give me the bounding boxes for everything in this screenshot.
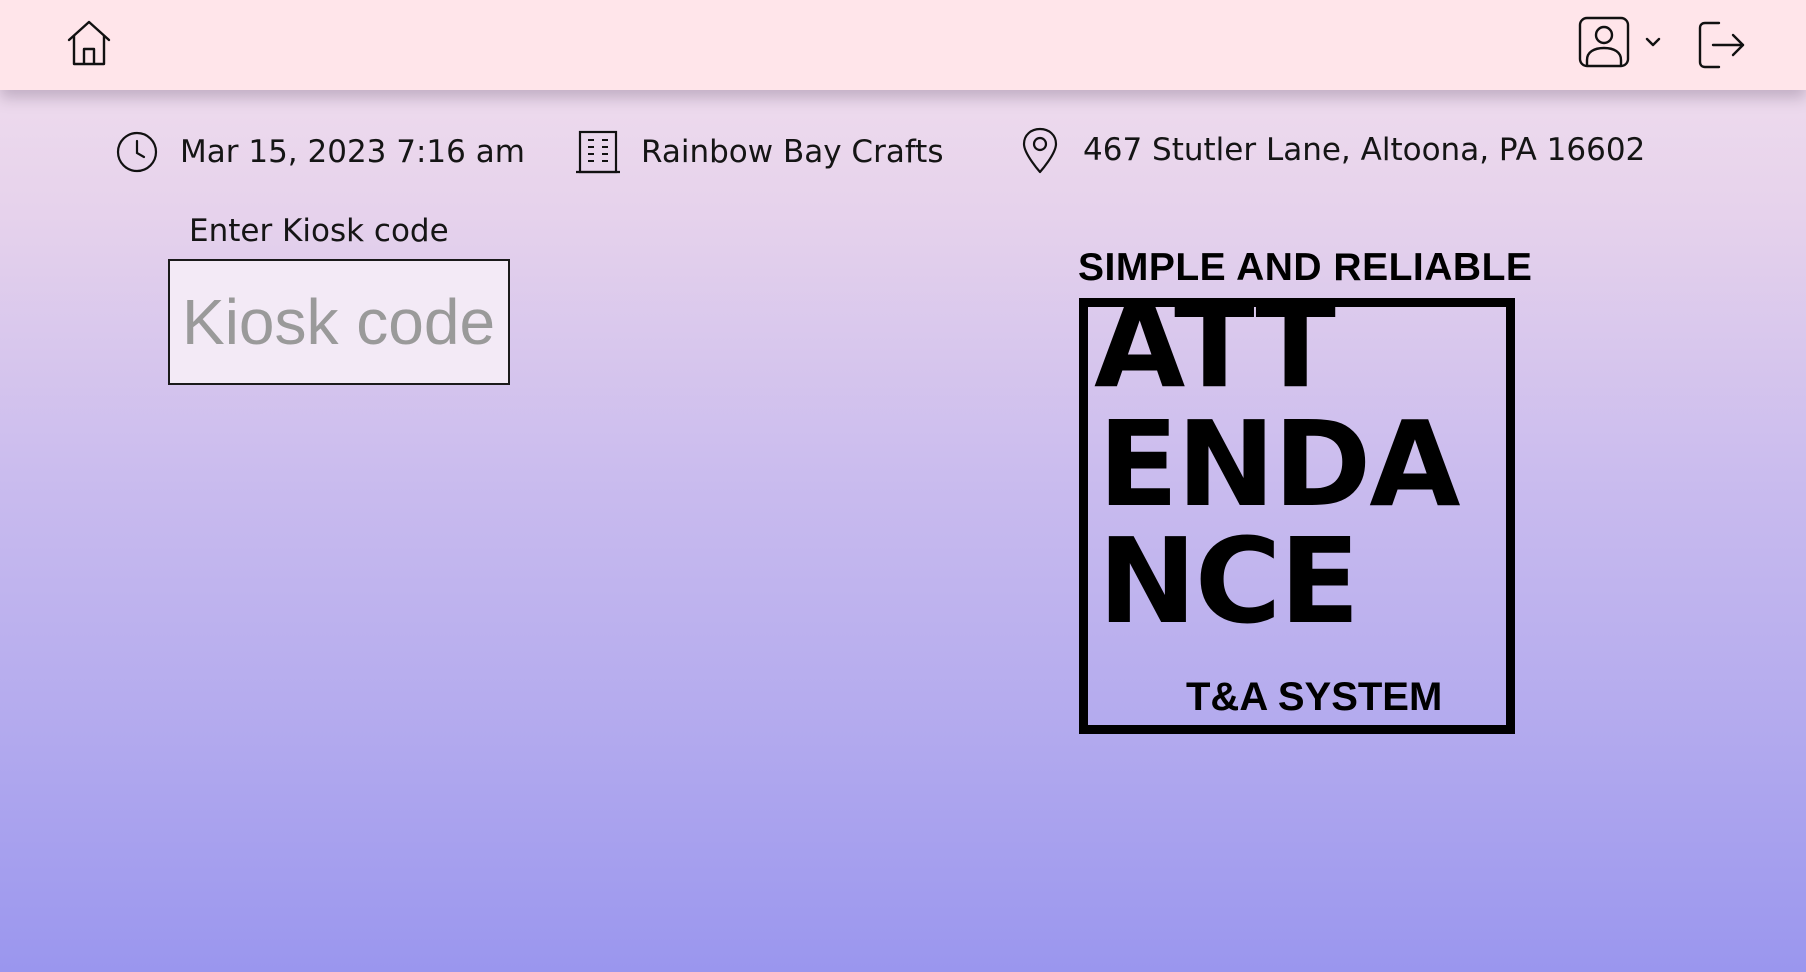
kiosk-code-label: Enter Kiosk code [189, 213, 449, 249]
datetime-info: Mar 15, 2023 7:16 am [114, 128, 525, 176]
user-profile-icon [1578, 16, 1630, 68]
kiosk-code-input[interactable] [168, 259, 510, 385]
address-info: 467 Stutler Lane, Altoona, PA 16602 [1017, 126, 1645, 174]
logo-word-line1: ATT [1094, 276, 1336, 414]
location-pin-icon [1017, 126, 1063, 174]
company-name: Rainbow Bay Crafts [641, 134, 944, 170]
datetime-text: Mar 15, 2023 7:16 am [180, 134, 525, 170]
company-info: Rainbow Bay Crafts [575, 128, 944, 176]
logout-icon [1698, 21, 1745, 69]
address-text: 467 Stutler Lane, Altoona, PA 16602 [1083, 132, 1646, 168]
logo-subtitle: T&A SYSTEM [1186, 675, 1443, 719]
home-button[interactable] [58, 12, 120, 74]
top-bar [0, 0, 1806, 90]
clock-icon [114, 128, 160, 176]
logo-word-line2: ENDA [1098, 395, 1461, 533]
logout-button[interactable] [1690, 14, 1754, 76]
user-menu-button[interactable] [1572, 12, 1668, 72]
home-icon [67, 20, 111, 66]
logo-word-line3: NCE [1098, 512, 1360, 650]
chevron-down-icon [1645, 37, 1661, 47]
building-icon [575, 128, 621, 176]
